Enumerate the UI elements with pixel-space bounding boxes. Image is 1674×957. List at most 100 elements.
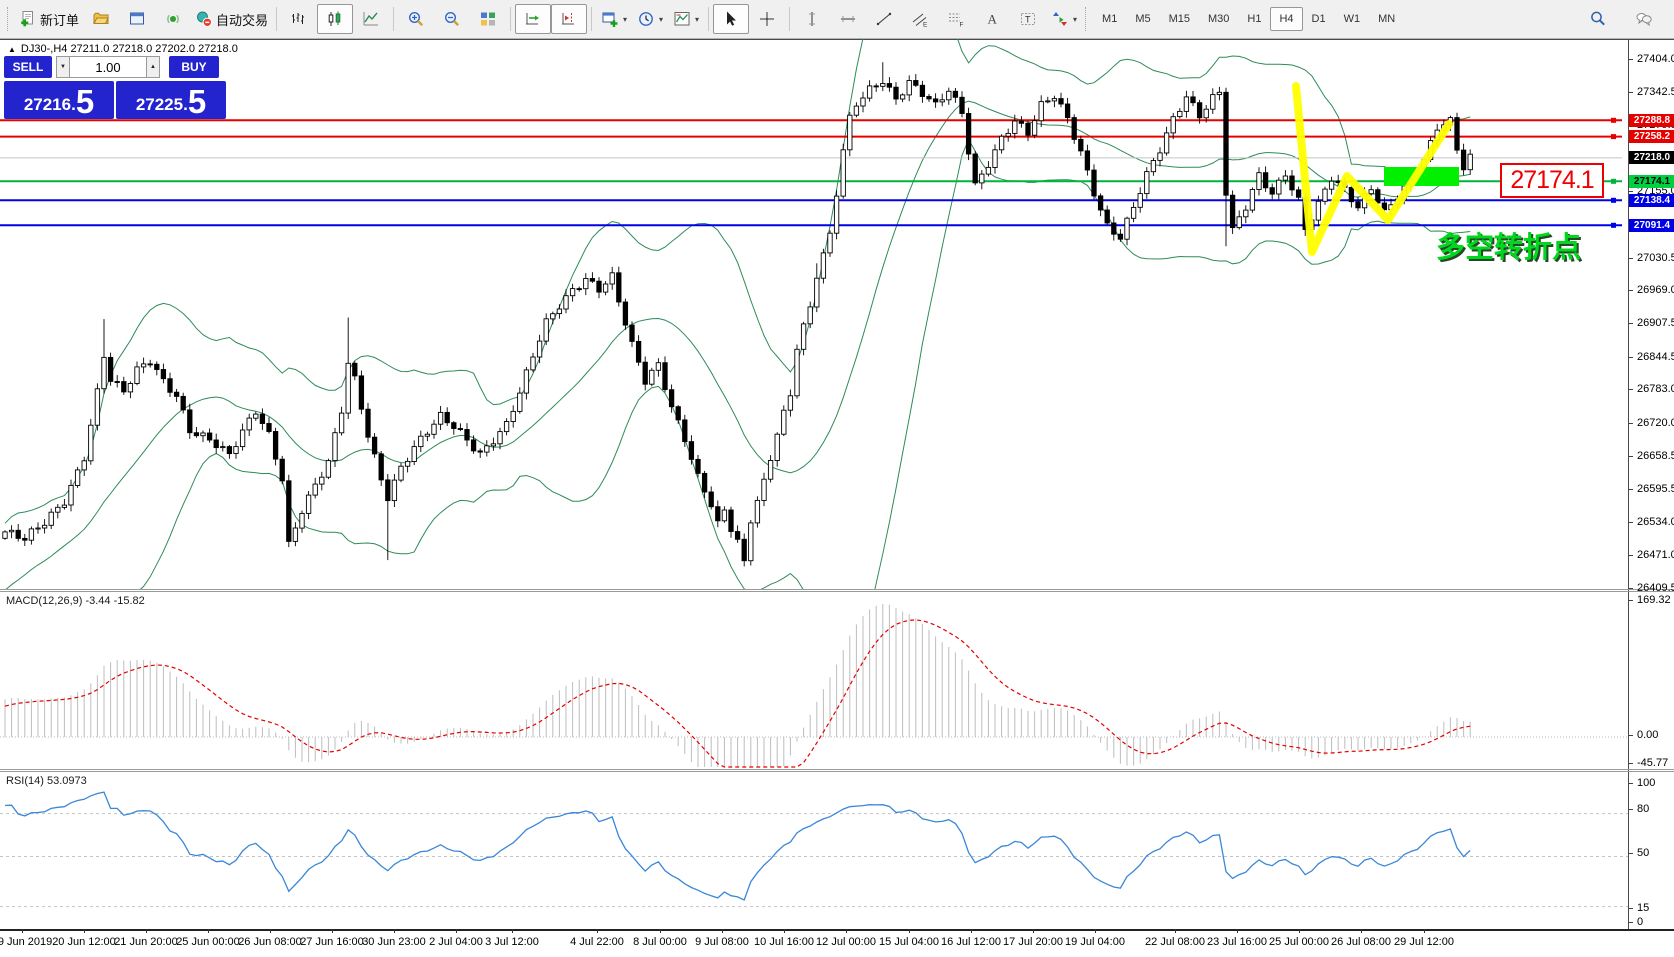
line-chart-button[interactable]: [353, 4, 389, 34]
time-tick-label: 25 Jun 00:00: [176, 936, 240, 948]
timeframe-h1-button[interactable]: H1: [1238, 7, 1270, 31]
hline-handle[interactable]: [1611, 179, 1616, 184]
equidistant-channel-button[interactable]: E: [902, 4, 938, 34]
price-tick-mark: [1628, 456, 1633, 457]
candle-body: [782, 410, 786, 434]
candle-body: [656, 363, 660, 371]
timeframe-d1-button[interactable]: D1: [1303, 7, 1335, 31]
buy-price-display[interactable]: 27225.5: [116, 81, 226, 119]
chat-button[interactable]: [1626, 4, 1662, 34]
hline-handle[interactable]: [1611, 198, 1616, 203]
signals-button[interactable]: [155, 4, 191, 34]
macd-indicator-canvas[interactable]: [0, 591, 1628, 770]
candle-body: [333, 433, 337, 461]
timeframe-m1-button[interactable]: M1: [1093, 7, 1126, 31]
candle-body: [240, 430, 244, 447]
auto-trading-button[interactable]: 自动交易: [191, 4, 272, 34]
sell-button[interactable]: SELL: [4, 56, 52, 78]
equidistant-channel-icon: E: [911, 10, 929, 28]
horizontal-line-button[interactable]: [830, 4, 866, 34]
candlestick-chart-button[interactable]: [317, 4, 353, 34]
tile-windows-button[interactable]: [470, 4, 506, 34]
hline-handle[interactable]: [1611, 134, 1616, 139]
candle-body: [174, 392, 178, 396]
price-callout-box[interactable]: 27174.1: [1500, 163, 1604, 198]
price-line-label: 27091.4: [1629, 219, 1674, 232]
collapse-panel-icon[interactable]: ▲: [8, 45, 16, 54]
panel-splitter[interactable]: [0, 589, 1674, 590]
zoom-in-button[interactable]: [398, 4, 434, 34]
timeframe-m15-button[interactable]: M15: [1160, 7, 1199, 31]
candle-body: [900, 95, 904, 99]
candle-body: [16, 530, 20, 538]
dropdown-arrow-icon[interactable]: ▾: [695, 15, 699, 24]
dropdown-arrow-icon[interactable]: ▾: [623, 15, 627, 24]
timeframe-m5-button[interactable]: M5: [1126, 7, 1159, 31]
volume-increase-button[interactable]: ▲: [146, 56, 160, 78]
trendline-button[interactable]: [866, 4, 902, 34]
indicators-button[interactable]: ▾: [668, 4, 704, 34]
sell-price-bigdigit: 5: [76, 85, 94, 118]
candle-body: [537, 341, 541, 357]
price-chart-canvas[interactable]: [0, 39, 1628, 590]
candle-body: [214, 440, 218, 448]
zoom-out-button[interactable]: [434, 4, 470, 34]
chart-shift-button[interactable]: [551, 4, 587, 34]
time-tick-label: 10 Jul 16:00: [754, 936, 814, 948]
candle-body: [75, 470, 79, 486]
candle-body: [597, 281, 601, 292]
toolbar-grip[interactable]: [1085, 7, 1090, 31]
sell-price-display[interactable]: 27216.5: [4, 81, 114, 119]
candle-body: [643, 362, 647, 384]
text-label-button[interactable]: T: [1010, 4, 1046, 34]
panel-splitter[interactable]: [0, 771, 1674, 772]
candle-body: [366, 409, 370, 437]
time-tick-label: 8 Jul 00:00: [633, 936, 687, 948]
volume-decrease-button[interactable]: ▼: [56, 56, 70, 78]
candle-body: [1191, 97, 1195, 103]
price-tick-label: 26969.0: [1637, 284, 1674, 296]
arrows-icon: [1051, 10, 1069, 28]
turning-point-annotation[interactable]: 多空转折点: [1436, 224, 1581, 266]
panel-splitter[interactable]: [0, 591, 1674, 592]
period-button[interactable]: ▾: [632, 4, 668, 34]
price-tick-mark: [1628, 290, 1633, 291]
arrows-button[interactable]: ▾: [1046, 4, 1082, 34]
hline-handle[interactable]: [1611, 118, 1616, 123]
market-watch-button[interactable]: [119, 4, 155, 34]
buy-price-bigdigit: 5: [188, 85, 206, 118]
buy-price-int: 27225: [136, 92, 183, 118]
timeframe-w1-button[interactable]: W1: [1335, 7, 1370, 31]
volume-input[interactable]: 1.00: [70, 56, 146, 78]
rsi-indicator-canvas[interactable]: [0, 771, 1628, 929]
price-tick-label: 27404.0: [1637, 53, 1674, 65]
candle-body: [438, 412, 442, 424]
buy-button[interactable]: BUY: [169, 56, 219, 78]
hline-handle[interactable]: [1611, 223, 1616, 228]
panel-splitter[interactable]: [0, 769, 1674, 770]
candle-body: [425, 434, 429, 436]
toolbar-grip[interactable]: [7, 7, 12, 31]
bollinger-middle-band: [5, 101, 1470, 590]
candle-body: [485, 446, 489, 452]
candle-body: [405, 461, 409, 466]
new-chart-button[interactable]: ▾: [596, 4, 632, 34]
bar-chart-button[interactable]: [281, 4, 317, 34]
new-order-button[interactable]: 新订单: [15, 4, 83, 34]
timeframe-h4-button[interactable]: H4: [1270, 7, 1302, 31]
new-order-button-label: 新订单: [40, 10, 79, 29]
history-button[interactable]: [83, 4, 119, 34]
candle-body: [821, 253, 825, 278]
time-tick-label: 26 Jun 08:00: [238, 936, 302, 948]
text-button[interactable]: A: [974, 4, 1010, 34]
crosshair-button[interactable]: [749, 4, 785, 34]
timeframe-mn-button[interactable]: MN: [1369, 7, 1404, 31]
vertical-line-button[interactable]: [794, 4, 830, 34]
timeframe-m30-button[interactable]: M30: [1199, 7, 1238, 31]
auto-scroll-button[interactable]: [515, 4, 551, 34]
dropdown-arrow-icon[interactable]: ▾: [1073, 15, 1077, 24]
dropdown-arrow-icon[interactable]: ▾: [659, 15, 663, 24]
search-button[interactable]: [1580, 4, 1616, 34]
cursor-button[interactable]: [713, 4, 749, 34]
fibonacci-button[interactable]: F: [938, 4, 974, 34]
